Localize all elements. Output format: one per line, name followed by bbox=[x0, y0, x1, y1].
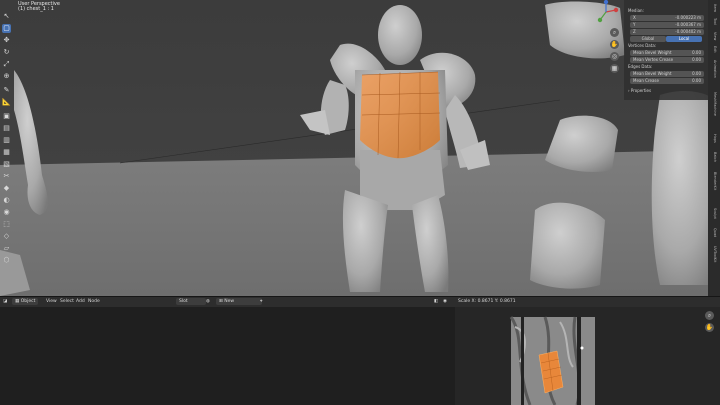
loop-cut-icon[interactable]: ▧ bbox=[2, 160, 11, 169]
tab-quad[interactable]: Quad bbox=[711, 228, 717, 237]
zoom-icon[interactable]: ⌕ bbox=[610, 28, 619, 37]
edge-slide-icon[interactable]: ⬚ bbox=[2, 220, 11, 229]
menu-add[interactable]: Add bbox=[76, 299, 85, 305]
add-cube-icon[interactable]: ▣ bbox=[2, 112, 11, 121]
sidebar-tabs: Item Tool View Edit Animation MeshMachin… bbox=[708, 0, 720, 296]
sidebar-n-panel: Median: X -0.000223 m Y -0.000367 m Z -0.00… bbox=[624, 0, 708, 100]
tab-tool[interactable]: Tool bbox=[711, 18, 717, 25]
tab-item[interactable]: Item bbox=[711, 4, 717, 12]
extrude-icon[interactable]: ▤ bbox=[2, 124, 11, 133]
menu-select[interactable]: Select bbox=[60, 299, 74, 305]
bevel-icon[interactable]: ▦ bbox=[2, 148, 11, 157]
selected-chest-mesh bbox=[360, 72, 440, 159]
gauntlet-piece bbox=[530, 202, 605, 289]
x-field[interactable]: X -0.000223 m bbox=[630, 15, 704, 21]
3d-viewport[interactable]: User Perspective (1) chest_1 : 1 ↖ ▢ ✥ ↻… bbox=[0, 0, 720, 296]
z-field[interactable]: Z -0.000402 m bbox=[630, 29, 704, 35]
tab-animation[interactable]: Animation bbox=[711, 60, 717, 78]
shrink-icon[interactable]: ◇ bbox=[2, 232, 11, 241]
rip-icon[interactable]: ⬡ bbox=[2, 256, 11, 265]
measure-icon[interactable]: 📐 bbox=[2, 98, 11, 107]
annotate-icon[interactable]: ✎ bbox=[2, 86, 11, 95]
select-box-icon[interactable]: ▢ bbox=[2, 24, 11, 33]
pin-icon[interactable]: ⌖ bbox=[260, 299, 263, 305]
smooth-icon[interactable]: ◉ bbox=[2, 208, 11, 217]
menu-view[interactable]: View bbox=[46, 299, 57, 305]
tab-sculpt[interactable]: Sculpt bbox=[711, 208, 717, 219]
vertex-crease-field[interactable]: Mean Vertex Crease 0.00 bbox=[630, 57, 704, 63]
image-pan-icon[interactable]: ✋ bbox=[705, 323, 714, 332]
transform-icon[interactable]: ⊕ bbox=[2, 72, 11, 81]
knife-icon[interactable]: ✂ bbox=[2, 172, 11, 181]
rotate-icon[interactable]: ↻ bbox=[2, 48, 11, 57]
camera-icon[interactable]: ◎ bbox=[610, 52, 619, 61]
editor-type-icon[interactable]: ◪ bbox=[3, 299, 7, 305]
scale-icon[interactable]: ⤢ bbox=[2, 60, 11, 69]
vertex-bevel-field[interactable]: Mean Bevel Weight 0.00 bbox=[630, 50, 704, 56]
tool-shelf: ↖ ▢ ✥ ↻ ⤢ ⊕ ✎ 📐 ▣ ▤ ▥ ▦ ▧ ✂ ◆ ◐ ◉ ⬚ ◇ ▱ … bbox=[0, 0, 14, 296]
grid-icon[interactable]: ▦ bbox=[610, 64, 619, 73]
cursor-icon[interactable]: ↖ bbox=[2, 12, 11, 21]
tab-uvtoolkit[interactable]: UVToolKit bbox=[711, 246, 717, 262]
tab-batch[interactable]: Batch bbox=[711, 152, 717, 162]
move-icon[interactable]: ✥ bbox=[2, 36, 11, 45]
viewport-object-label: (1) chest_1 : 1 bbox=[18, 6, 54, 12]
image-zoom-icon[interactable]: ⌕ bbox=[705, 311, 714, 320]
edges-data-title: Edges Data: bbox=[628, 64, 653, 69]
edge-bevel-field[interactable]: Mean Bevel Weight 0.00 bbox=[630, 71, 704, 77]
tab-view[interactable]: View bbox=[711, 32, 717, 40]
image-editor-area[interactable]: ⌕ ✋ bbox=[455, 307, 720, 405]
inset-icon[interactable]: ▥ bbox=[2, 136, 11, 145]
edge-crease-field[interactable]: Mean Crease 0.00 bbox=[630, 78, 704, 84]
node-editor-area[interactable] bbox=[0, 307, 455, 405]
local-button[interactable]: Local bbox=[666, 36, 702, 42]
global-button[interactable]: Global bbox=[630, 36, 666, 42]
scale-readout: Scale X: 0.8671 Y: 0.8671 bbox=[458, 299, 516, 304]
menu-node[interactable]: Node bbox=[88, 299, 100, 305]
slot-select[interactable]: Slot bbox=[176, 298, 206, 305]
properties-panel-toggle[interactable]: › Properties bbox=[628, 88, 704, 94]
image-tool-icon[interactable]: ◧ bbox=[434, 299, 438, 305]
poly-build-icon[interactable]: ◆ bbox=[2, 184, 11, 193]
tab-blenderkit[interactable]: BlenderKit bbox=[711, 172, 717, 190]
pan-icon[interactable]: ✋ bbox=[610, 40, 619, 49]
spin-icon[interactable]: ◐ bbox=[2, 196, 11, 205]
tab-edit[interactable]: Edit bbox=[711, 46, 717, 53]
image-browse-icon[interactable]: ◉ bbox=[443, 299, 447, 305]
shear-icon[interactable]: ▱ bbox=[2, 244, 11, 253]
tab-meshmachine[interactable]: MeshMachine bbox=[711, 92, 717, 116]
uv-texture-preview bbox=[509, 316, 595, 405]
y-field[interactable]: Y -0.000367 m bbox=[630, 22, 704, 28]
image-editor-header: ◧ ◉ Scale X: 0.8671 Y: 0.8671 bbox=[434, 296, 720, 307]
node-editor-header: ◪ ▦ Object View Select Add Node Slot ◍ ⊞… bbox=[0, 296, 455, 307]
new-material-button[interactable]: ⊞ New bbox=[216, 298, 262, 305]
vertices-data-title: Vertices Data: bbox=[628, 43, 657, 48]
navigation-gizmo[interactable] bbox=[592, 0, 622, 26]
mode-select[interactable]: ▦ Object bbox=[12, 298, 39, 305]
material-icon[interactable]: ◍ bbox=[206, 299, 210, 305]
tab-hops[interactable]: Hops bbox=[711, 134, 717, 143]
median-label: Median: bbox=[628, 8, 644, 13]
